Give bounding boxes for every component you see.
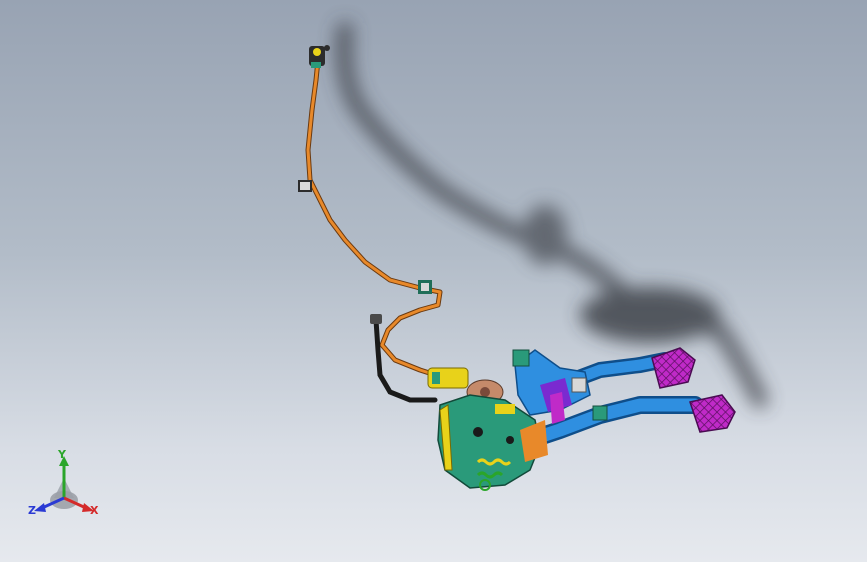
coordinate-triad[interactable]: Y X Z (24, 448, 104, 522)
cable-end-connector[interactable] (309, 45, 330, 68)
3d-viewport[interactable]: Y X Z (0, 0, 867, 562)
cable-clip-upper[interactable] (298, 180, 312, 192)
pedal-bracket[interactable] (512, 349, 608, 424)
model-scene (298, 22, 768, 491)
cable-clip-middle[interactable] (418, 280, 432, 294)
y-axis-label: Y (58, 448, 66, 461)
brake-pedal-pad[interactable] (689, 394, 736, 433)
model-shadow (336, 22, 768, 408)
z-axis-label: Z (28, 504, 36, 517)
x-axis-label: X (90, 504, 99, 517)
black-hose[interactable] (370, 314, 438, 403)
